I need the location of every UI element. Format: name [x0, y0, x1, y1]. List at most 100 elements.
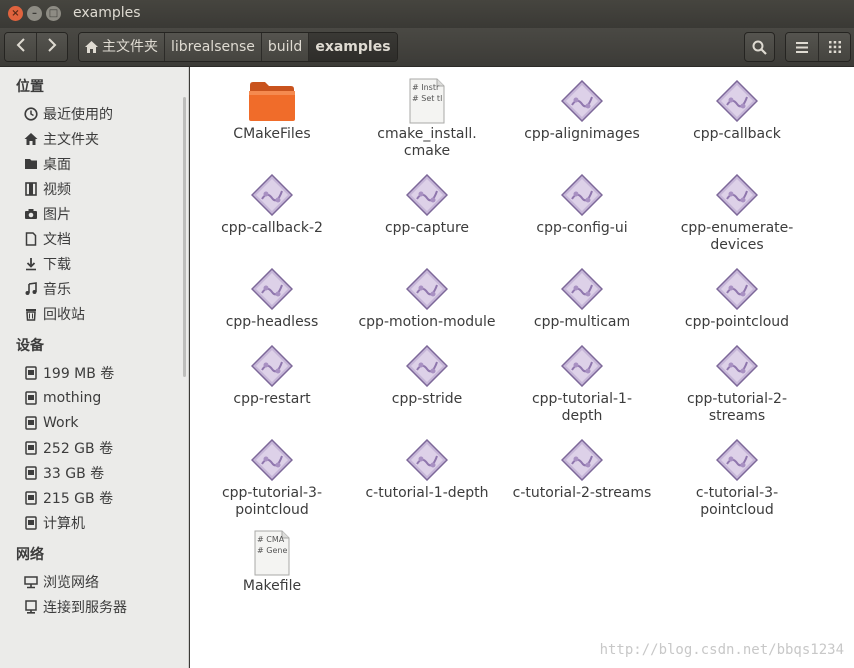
- list-view-button[interactable]: [786, 33, 818, 61]
- file-item[interactable]: cpp-enumerate-devices: [662, 174, 812, 254]
- breadcrumb-item[interactable]: librealsense: [164, 33, 261, 61]
- sidebar-item[interactable]: 浏览网络: [24, 572, 99, 592]
- file-item[interactable]: cpp-headless: [197, 268, 347, 331]
- sidebar-item-label: 主文件夹: [43, 132, 99, 148]
- file-name-line: cpp-stride: [391, 391, 463, 407]
- sidebar-item[interactable]: 连接到服务器: [24, 597, 127, 617]
- search-button[interactable]: [744, 32, 775, 62]
- grid-view-button[interactable]: [818, 33, 850, 61]
- file-name-line: cpp-pointcloud: [684, 314, 790, 330]
- file-name: CMakeFiles: [197, 126, 347, 143]
- breadcrumb-label: 主文件夹: [102, 39, 158, 55]
- sidebar-item[interactable]: 215 GB 卷: [24, 488, 113, 508]
- file-name: Makefile: [197, 578, 347, 595]
- sidebar-item-label: mothing: [43, 390, 102, 406]
- executable-icon: [561, 80, 603, 122]
- back-button[interactable]: [5, 33, 36, 61]
- file-name-line: Makefile: [242, 578, 302, 594]
- breadcrumb-label: librealsense: [171, 39, 255, 55]
- close-window-button[interactable]: ×: [8, 6, 23, 21]
- sidebar-section-title: 网络: [16, 547, 44, 563]
- server-icon: [25, 600, 37, 614]
- file-name-line: cpp-callback: [693, 126, 781, 142]
- sidebar-item[interactable]: mothing: [24, 388, 101, 408]
- folder-icon: [25, 159, 37, 169]
- file-item[interactable]: c-tutorial-2-streams: [507, 439, 657, 502]
- sidebar-item[interactable]: 回收站: [24, 304, 85, 324]
- file-name: c-tutorial-2-streams: [507, 485, 657, 502]
- executable-icon: [716, 268, 758, 310]
- minimize-window-button[interactable]: –: [27, 6, 42, 21]
- file-item[interactable]: CMakeFiles: [197, 79, 347, 143]
- file-item[interactable]: cpp-capture: [352, 174, 502, 237]
- sidebar-item[interactable]: 计算机: [24, 513, 85, 533]
- file-item[interactable]: # CMA # Gene Makefile: [197, 530, 347, 595]
- sidebar-item-label: 音乐: [43, 282, 71, 298]
- download-icon: [26, 258, 36, 271]
- forward-button[interactable]: [36, 33, 67, 61]
- file-item[interactable]: cpp-restart: [197, 345, 347, 408]
- window-title: examples: [73, 5, 141, 21]
- folder-icon: [249, 82, 295, 121]
- svg-text:# Instr: # Instr: [412, 83, 440, 92]
- sidebar-item-label: 最近使用的: [43, 107, 113, 123]
- file-item[interactable]: cpp-callback: [662, 80, 812, 143]
- file-name: cpp-capture: [352, 220, 502, 237]
- sidebar-item[interactable]: 33 GB 卷: [24, 463, 104, 483]
- file-item[interactable]: c-tutorial-1-depth: [352, 439, 502, 502]
- network-icon: [24, 576, 38, 589]
- file-item[interactable]: cpp-callback-2: [197, 174, 347, 237]
- file-name: cpp-tutorial-2- streams: [662, 391, 812, 425]
- file-item[interactable]: cpp-tutorial-3- pointcloud: [197, 439, 347, 519]
- file-item[interactable]: c-tutorial-3- pointcloud: [662, 439, 812, 519]
- sidebar-item[interactable]: 199 MB 卷: [24, 363, 114, 383]
- file-name: cpp-stride: [352, 391, 502, 408]
- file-item[interactable]: cpp-stride: [352, 345, 502, 408]
- sidebar-item[interactable]: 文档: [24, 229, 71, 249]
- file-name: cpp-motion-module: [352, 314, 502, 331]
- maximize-window-button[interactable]: □: [46, 6, 61, 21]
- sidebar-item[interactable]: 音乐: [24, 279, 71, 299]
- file-name-line: c-tutorial-1-depth: [365, 485, 489, 501]
- sidebar-item[interactable]: 主文件夹: [24, 129, 99, 149]
- chevron-right-icon: [48, 38, 57, 52]
- breadcrumb-item[interactable]: 主文件夹: [79, 33, 164, 61]
- file-name: cpp-pointcloud: [662, 314, 812, 331]
- file-item[interactable]: cpp-tutorial-1- depth: [507, 345, 657, 425]
- file-name: cpp-callback-2: [197, 220, 347, 237]
- file-item[interactable]: cpp-motion-module: [352, 268, 502, 331]
- sidebar-item-label: 视频: [43, 182, 71, 198]
- file-item[interactable]: # Instr # Set tl cmake_install. cmake: [352, 78, 502, 160]
- home-icon: [24, 133, 38, 145]
- sidebar-item-label: 连接到服务器: [43, 600, 127, 616]
- sidebar-item[interactable]: 视频: [24, 179, 71, 199]
- file-item[interactable]: cpp-config-ui: [507, 174, 657, 237]
- file-item[interactable]: cpp-pointcloud: [662, 268, 812, 331]
- sidebar-item[interactable]: 图片: [24, 204, 71, 224]
- executable-icon: [716, 439, 758, 481]
- text-file-icon: # Instr # Set tl: [409, 78, 445, 124]
- file-name-line: cpp-enumerate-: [680, 220, 794, 236]
- file-name-line: cpp-motion-module: [358, 314, 496, 330]
- sidebar-item[interactable]: Work: [24, 413, 78, 433]
- search-icon: [752, 40, 767, 55]
- executable-icon: [561, 268, 603, 310]
- breadcrumb-item[interactable]: examples: [308, 33, 397, 61]
- sidebar-item[interactable]: 252 GB 卷: [24, 438, 113, 458]
- sidebar-item-label: 浏览网络: [43, 575, 99, 591]
- file-item[interactable]: cpp-alignimages: [507, 80, 657, 143]
- sidebar-scrollbar[interactable]: [183, 97, 186, 377]
- file-item[interactable]: cpp-multicam: [507, 268, 657, 331]
- sidebar-item[interactable]: 桌面: [24, 154, 71, 174]
- sidebar-item[interactable]: 最近使用的: [24, 104, 113, 124]
- sidebar-section-title: 设备: [16, 338, 44, 354]
- executable-icon: [406, 268, 448, 310]
- file-name-line: pointcloud: [235, 502, 309, 518]
- file-name-line: streams: [708, 408, 766, 424]
- breadcrumb-item[interactable]: build: [260, 33, 309, 61]
- sidebar-item[interactable]: 下载: [24, 254, 71, 274]
- file-item[interactable]: cpp-tutorial-2- streams: [662, 345, 812, 425]
- file-name-line: CMakeFiles: [233, 126, 311, 142]
- file-name-line: cpp-multicam: [533, 314, 631, 330]
- grid-icon: [828, 41, 841, 53]
